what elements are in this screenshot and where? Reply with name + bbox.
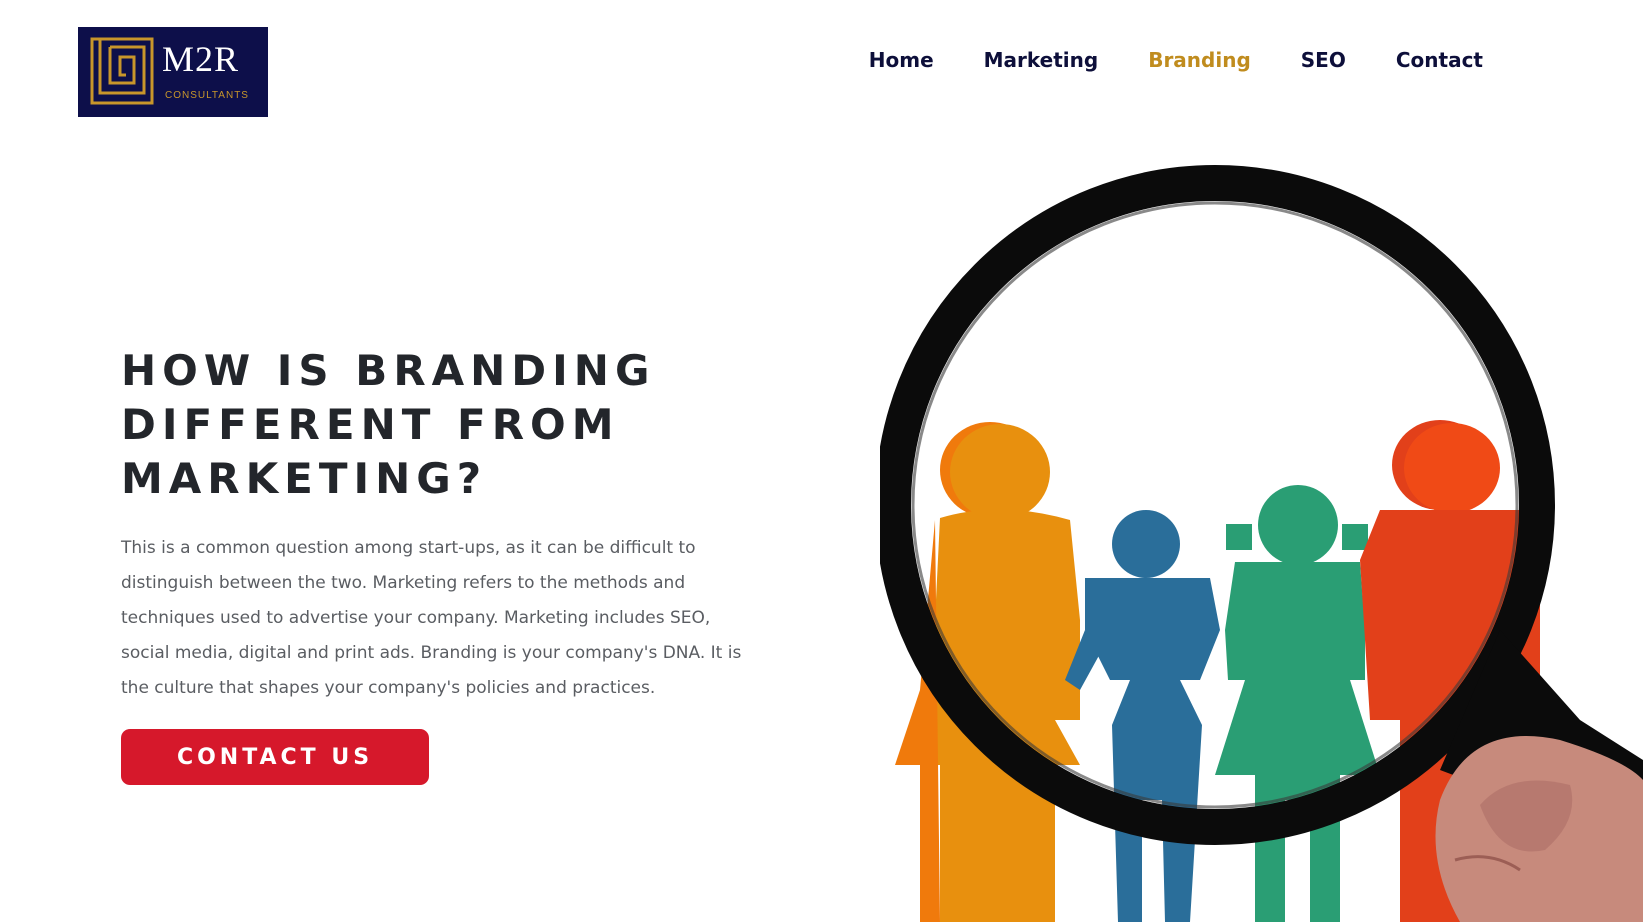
contact-us-button[interactable]: CONTACT US (121, 729, 429, 785)
hero-title: HOW IS BRANDING DIFFERENT FROM MARKETING… (121, 346, 656, 503)
main-nav: Home Marketing Branding SEO Contact (869, 48, 1483, 72)
nav-branding[interactable]: Branding (1148, 48, 1251, 72)
nav-contact[interactable]: Contact (1396, 48, 1483, 72)
nav-seo[interactable]: SEO (1301, 48, 1346, 72)
logo-wordmark: M2R (162, 39, 240, 79)
logo[interactable]: M2R CONSULTANTS (78, 27, 268, 117)
magnifying-glass-people-illustration (880, 165, 1643, 922)
page: M2R CONSULTANTS Home Marketing Branding … (0, 0, 1643, 922)
logo-subtitle: CONSULTANTS (165, 90, 249, 101)
green-figure (1215, 485, 1380, 922)
maze-logo-icon (90, 37, 154, 105)
nav-marketing[interactable]: Marketing (984, 48, 1099, 72)
blue-figure (1065, 510, 1220, 922)
nav-home[interactable]: Home (869, 48, 934, 72)
hero-body: This is a common question among start-up… (121, 538, 742, 698)
